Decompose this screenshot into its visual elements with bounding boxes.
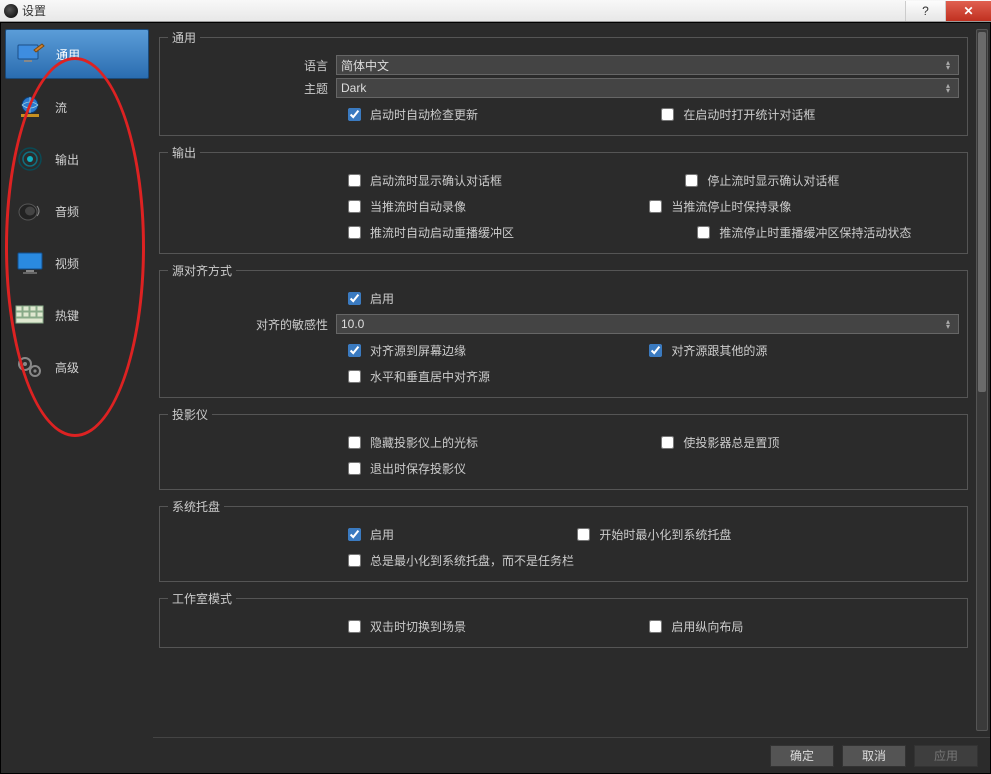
group-output: 输出 启动流时显示确认对话框 停止流时显示确认对话框 当推流时自动录像 当推流停… [159,144,968,254]
group-tray: 系统托盘 启用 开始时最小化到系统托盘 总是最小化到系统托盘，而不是任务栏 [159,498,968,582]
group-legend: 投影仪 [168,406,212,423]
titlebar: 设置 ? ✕ [0,0,991,22]
sidebar-item-advanced[interactable]: 高级 [5,343,149,391]
always-min-check[interactable]: 总是最小化到系统托盘，而不是任务栏 [344,550,574,570]
help-button[interactable]: ? [905,1,945,21]
speaker-icon [15,199,45,223]
dialog-footer: 确定 取消 应用 [153,737,990,773]
snap-other-check[interactable]: 对齐源跟其他的源 [645,340,767,360]
hide-cursor-check[interactable]: 隐藏投影仪上的光标 [344,432,478,452]
chevron-updown-icon: ▴▾ [942,319,954,329]
sidebar: 通用 流 输出 [1,23,153,773]
snap-enable-check[interactable]: 启用 [344,288,394,308]
app-icon [4,4,18,18]
sidebar-item-video[interactable]: 视频 [5,239,149,287]
group-legend: 通用 [168,29,200,46]
start-confirm-check[interactable]: 启动流时显示确认对话框 [344,170,502,190]
group-projector: 投影仪 隐藏投影仪上的光标 使投影器总是置顶 退出时保存投影仪 [159,406,968,490]
sensitivity-spin[interactable]: 10.0 ▴▾ [336,314,959,334]
sidebar-item-label: 输出 [55,151,79,168]
cancel-button[interactable]: 取消 [842,745,906,767]
center-snap-check[interactable]: 水平和垂直居中对齐源 [344,366,490,386]
theme-label: 主题 [168,80,336,97]
group-snapping: 源对齐方式 启用 对齐的敏感性 10.0 ▴▾ 对齐源到屏幕边缘 对齐源跟其他的… [159,262,968,398]
dbl-switch-check[interactable]: 双击时切换到场景 [344,616,466,636]
snap-edges-check[interactable]: 对齐源到屏幕边缘 [344,340,466,360]
spin-value: 10.0 [341,317,364,331]
chevron-updown-icon: ▴▾ [942,83,954,93]
sidebar-item-label: 流 [55,99,67,116]
sensitivity-label: 对齐的敏感性 [168,316,336,333]
language-label: 语言 [168,57,336,74]
tray-enable-check[interactable]: 启用 [344,524,394,544]
open-stats-check[interactable]: 在启动时打开统计对话框 [657,104,815,124]
keep-record-check[interactable]: 当推流停止时保持录像 [645,196,791,216]
sidebar-item-label: 高级 [55,359,79,376]
always-top-check[interactable]: 使投影器总是置顶 [657,432,779,452]
scrollbar-thumb[interactable] [978,32,986,392]
stop-confirm-check[interactable]: 停止流时显示确认对话框 [681,170,839,190]
group-legend: 输出 [168,144,200,161]
globe-icon [15,95,45,119]
sidebar-item-general[interactable]: 通用 [5,29,149,79]
window-buttons: ? ✕ [905,1,991,21]
sidebar-item-output[interactable]: 输出 [5,135,149,183]
save-exit-check[interactable]: 退出时保存投影仪 [344,458,466,478]
language-combo[interactable]: 简体中文 ▴▾ [336,55,959,75]
sidebar-item-hotkeys[interactable]: 热键 [5,291,149,339]
group-legend: 系统托盘 [168,498,224,515]
monitor-icon [15,251,45,275]
sidebar-item-label: 热键 [55,307,79,324]
group-studio: 工作室模式 双击时切换到场景 启用纵向布局 [159,590,968,648]
settings-panel: 通用 语言 简体中文 ▴▾ 主题 Dark ▴▾ [153,23,990,737]
theme-combo[interactable]: Dark ▴▾ [336,78,959,98]
keyboard-icon [15,303,45,327]
broadcast-icon [15,147,45,171]
sidebar-item-stream[interactable]: 流 [5,83,149,131]
combo-value: 简体中文 [341,57,389,74]
group-legend: 工作室模式 [168,590,236,607]
ok-button[interactable]: 确定 [770,745,834,767]
apply-button[interactable]: 应用 [914,745,978,767]
sidebar-item-label: 通用 [56,46,80,63]
group-general: 通用 语言 简体中文 ▴▾ 主题 Dark ▴▾ [159,29,968,136]
keep-replay-check[interactable]: 推流停止时重播缓冲区保持活动状态 [693,222,911,242]
close-button[interactable]: ✕ [945,1,991,21]
min-start-check[interactable]: 开始时最小化到系统托盘 [573,524,731,544]
vertical-check[interactable]: 启用纵向布局 [645,616,743,636]
auto-update-check[interactable]: 启动时自动检查更新 [344,104,478,124]
sidebar-item-label: 音频 [55,203,79,220]
auto-record-check[interactable]: 当推流时自动录像 [344,196,466,216]
gears-icon [15,355,45,379]
replay-buffer-check[interactable]: 推流时自动启动重播缓冲区 [344,222,514,242]
sidebar-item-audio[interactable]: 音频 [5,187,149,235]
window-title: 设置 [22,2,46,19]
group-legend: 源对齐方式 [168,262,236,279]
vertical-scrollbar[interactable] [976,29,988,731]
chevron-updown-icon: ▴▾ [942,60,954,70]
sidebar-item-label: 视频 [55,255,79,272]
monitor-tools-icon [16,42,46,66]
combo-value: Dark [341,81,366,95]
